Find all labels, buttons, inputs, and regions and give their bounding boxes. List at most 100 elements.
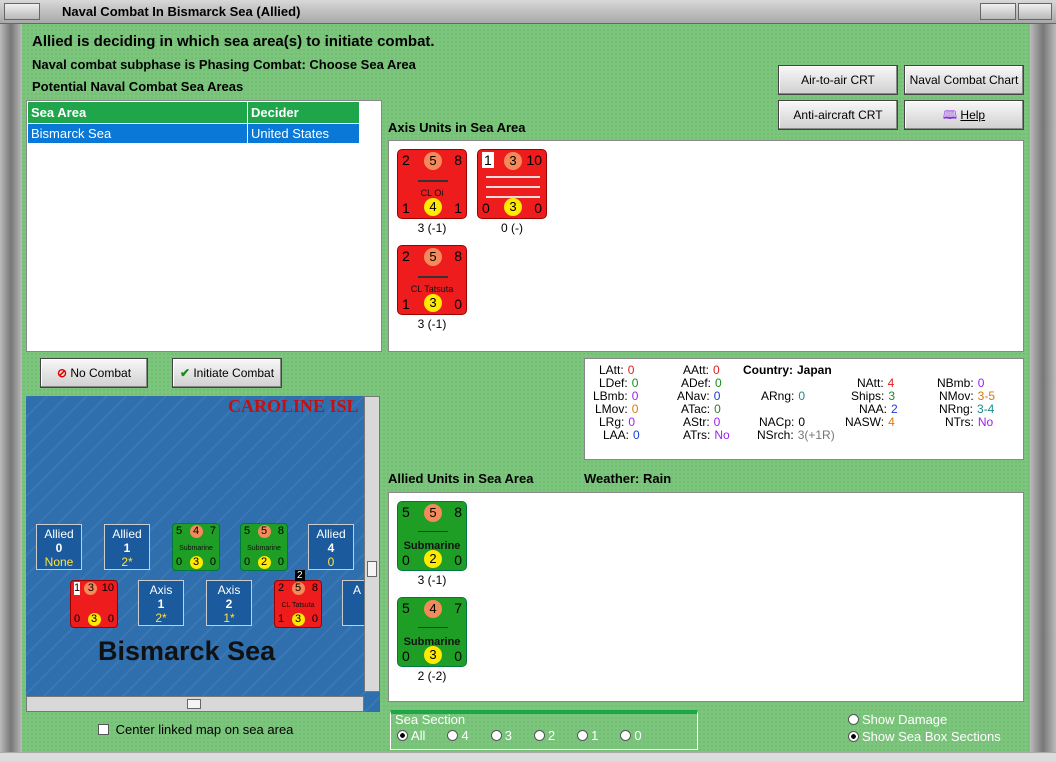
- radio-button[interactable]: [533, 730, 545, 741]
- radio-4[interactable]: 4: [447, 728, 469, 743]
- map-unit-counter[interactable]: 547 Submarine 030: [172, 523, 220, 571]
- scroll-thumb[interactable]: [367, 561, 377, 577]
- stat-lmov: LMov: 0: [591, 402, 638, 416]
- radio-all[interactable]: All: [397, 728, 425, 743]
- unit-stat-circle: 3: [424, 646, 442, 664]
- allied-unit-counter[interactable]: 5 5 8 Submarine 0 2 0: [397, 501, 467, 571]
- map-vertical-scrollbar[interactable]: [364, 396, 380, 692]
- map-unit-counter[interactable]: 1 3 10 030: [70, 580, 118, 628]
- submarine-silhouette-icon: [418, 528, 448, 532]
- radio-button[interactable]: [848, 714, 859, 725]
- unit-stat: 1: [454, 200, 462, 216]
- stat-value: 0: [714, 402, 721, 416]
- sea-box[interactable]: Axis 2 1*: [206, 580, 252, 626]
- stat-arng: ARng: 0: [757, 389, 805, 403]
- ship-silhouette-icon: [418, 176, 448, 182]
- unit-stat-circle: 3: [504, 152, 522, 170]
- sea-box-value: 2*: [155, 611, 167, 625]
- mini-top-row: 547: [173, 525, 219, 538]
- stat-value: 0: [633, 428, 640, 442]
- help-button[interactable]: 🕮 Help: [904, 100, 1024, 130]
- ship-stack-icon: [486, 182, 540, 188]
- unit-stat: 0: [402, 552, 410, 568]
- allied-unit-counter[interactable]: 5 4 7 Submarine 0 3 0: [397, 597, 467, 667]
- title-bar: Naval Combat In Bismarck Sea (Allied): [0, 0, 1056, 24]
- radio-button[interactable]: [577, 730, 589, 741]
- radio-button[interactable]: [620, 730, 632, 741]
- radio-button[interactable]: [447, 730, 459, 741]
- initiate-combat-button[interactable]: ✔ Initiate Combat: [172, 358, 282, 388]
- radio-label: 3: [504, 728, 512, 743]
- stat-value: 0: [713, 415, 721, 429]
- unit-stat-circle: 4: [424, 600, 442, 618]
- radio-1[interactable]: 1: [577, 728, 598, 743]
- unit-stats-panel: LAtt: 0 LDef: 0 LBmb: 0 LMov: 0 LRg: 0 LAA: 0 …: [584, 358, 1024, 460]
- stat-country: Country: Japan: [739, 363, 832, 377]
- show-sea-box-sections-radio[interactable]: Show Sea Box Sections: [848, 729, 1001, 744]
- sea-section-options: All 4 3 2 1 0: [397, 728, 642, 743]
- no-combat-button[interactable]: ⊘ No Combat: [40, 358, 148, 388]
- stat-lbmb: LBmb: 0: [589, 389, 638, 403]
- scroll-thumb[interactable]: [187, 699, 201, 709]
- sea-box[interactable]: Allied 4 0: [308, 524, 354, 570]
- stat-value: 0: [977, 376, 985, 390]
- stat-value: 4: [887, 376, 895, 390]
- sea-box-number: 1: [157, 597, 165, 611]
- unit-stat: 0: [74, 613, 81, 625]
- radio-button[interactable]: [397, 730, 408, 741]
- stat-label: NASW:: [845, 415, 885, 429]
- stat-value: 3-5: [977, 389, 996, 403]
- minimize-button[interactable]: [980, 3, 1016, 20]
- sea-box[interactable]: Allied 0 None: [36, 524, 82, 570]
- stat-value: 0: [631, 376, 639, 390]
- unit-caption: 3 (-1): [417, 317, 447, 331]
- sea-box-side: Allied: [316, 527, 346, 541]
- radio-3[interactable]: 3: [490, 728, 512, 743]
- center-map-checkbox[interactable]: Center linked map on sea area: [98, 722, 293, 737]
- unit-stat-circle: 2: [424, 550, 442, 568]
- sea-box-number: 1: [123, 541, 131, 555]
- stat-ldef: LDef: 0: [595, 376, 638, 390]
- radio-0[interactable]: 0: [620, 728, 642, 743]
- checkbox-box[interactable]: [98, 724, 109, 735]
- map-horizontal-scrollbar[interactable]: [26, 696, 364, 712]
- map-unit-counter[interactable]: 2 258 CL Tatsuta 130: [274, 570, 322, 628]
- anti-aircraft-crt-button[interactable]: Anti-aircraft CRT: [778, 100, 898, 130]
- unit-stat-circle: 3: [87, 613, 101, 626]
- stat-label: ANav:: [677, 389, 710, 403]
- unit-name: Submarine: [179, 545, 213, 552]
- stat-latt: LAtt: 0: [595, 363, 634, 377]
- system-menu-button[interactable]: [4, 3, 40, 20]
- radio-button[interactable]: [490, 730, 502, 741]
- stat-aatt: AAtt: 0: [679, 363, 720, 377]
- ship-stack-icon: [486, 172, 540, 178]
- axis-unit-counter[interactable]: 1 3 10 0 3 0: [477, 149, 547, 219]
- air-to-air-crt-button[interactable]: Air-to-air CRT: [778, 65, 898, 95]
- axis-unit-counter[interactable]: 2 5 8 CL Tatsuta 1 3 0: [397, 245, 467, 315]
- naval-combat-chart-button[interactable]: Naval Combat Chart: [904, 65, 1024, 95]
- mini-bottom-row: 030: [173, 556, 219, 569]
- unit-stat: 0: [454, 648, 462, 664]
- sea-area-map[interactable]: CAROLINE ISL Allied 0 None Allied 1 2* A…: [26, 396, 380, 712]
- maximize-button[interactable]: [1018, 3, 1052, 20]
- axis-unit-counter[interactable]: 2 5 8 CL Oi 1 4 1: [397, 149, 467, 219]
- sea-box[interactable]: Axis 1 2*: [138, 580, 184, 626]
- sea-areas-heading: Potential Naval Combat Sea Areas: [32, 79, 244, 94]
- radio-2[interactable]: 2: [533, 728, 555, 743]
- show-damage-radio[interactable]: Show Damage: [848, 712, 947, 727]
- stat-value: 0: [798, 389, 806, 403]
- allied-units-heading: Allied Units in Sea Area: [388, 471, 534, 486]
- sea-area-table: Sea Area Decider Bismarck Sea United Sta…: [27, 101, 360, 144]
- stat-astr: AStr: 0: [679, 415, 720, 429]
- unit-stat: 8: [311, 582, 318, 594]
- stat-value: 3(+1R): [797, 428, 835, 442]
- sea-box-value: 2*: [121, 555, 133, 569]
- radio-label: 1: [591, 728, 599, 743]
- radio-button[interactable]: [848, 731, 859, 742]
- table-row[interactable]: Bismarck Sea United States: [27, 123, 360, 144]
- sea-box[interactable]: Allied 1 2*: [104, 524, 150, 570]
- unit-stat: 1: [278, 613, 285, 625]
- map-unit-counter[interactable]: 558 Submarine 020: [240, 523, 288, 571]
- weather-value: Rain: [643, 471, 672, 486]
- stat-laa: LAA: 0: [599, 428, 640, 442]
